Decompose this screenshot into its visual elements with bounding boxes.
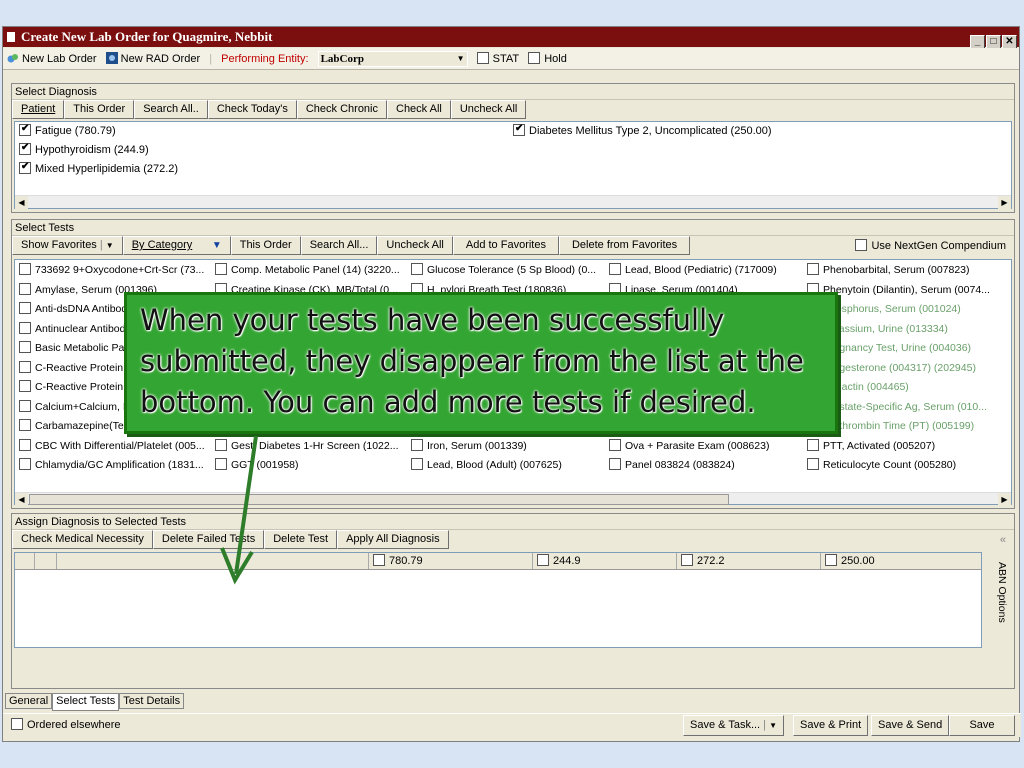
tutorial-arrow xyxy=(220,435,258,585)
